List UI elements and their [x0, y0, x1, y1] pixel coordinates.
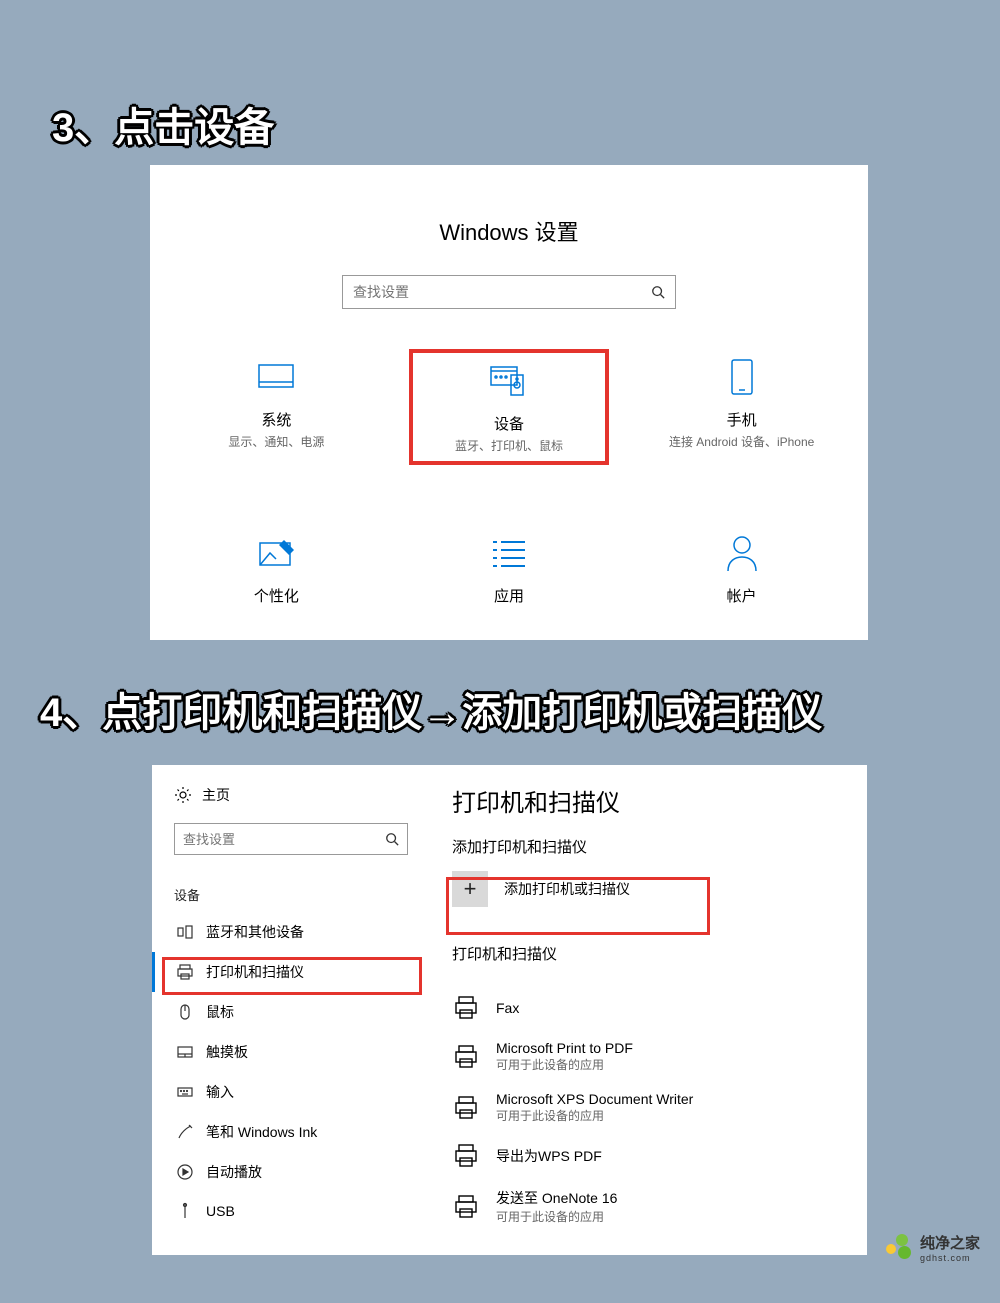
tile-phone-desc: 连接 Android 设备、iPhone [646, 434, 838, 451]
tile-phone-title: 手机 [646, 409, 838, 430]
watermark-domain: gdhst.com [920, 1253, 980, 1263]
touchpad-icon [176, 1043, 194, 1061]
watermark: 纯净之家 gdhst.com [886, 1232, 980, 1263]
printer-icon [452, 1043, 480, 1071]
printer-icon [452, 1094, 480, 1122]
tile-personalize[interactable]: 个性化 [176, 525, 376, 616]
printer-onenote-name: 发送至 OneNote 16 [496, 1188, 617, 1208]
tile-system-title: 系统 [180, 409, 372, 430]
display-icon [180, 355, 372, 399]
nav-bluetooth-label: 蓝牙和其他设备 [206, 922, 304, 942]
settings-search-input[interactable] [353, 284, 651, 300]
nav-mouse-label: 鼠标 [206, 1002, 234, 1022]
tile-accounts-title: 帐户 [646, 585, 838, 606]
tile-devices-desc: 蓝牙、打印机、鼠标 [417, 438, 601, 455]
tile-accounts[interactable]: 帐户 [642, 525, 842, 616]
gear-icon [174, 786, 192, 804]
nav-input[interactable]: 输入 [152, 1072, 430, 1112]
nav-usb[interactable]: USB [152, 1192, 430, 1230]
tile-devices-title: 设备 [417, 413, 601, 434]
settings-title: Windows 设置 [150, 215, 868, 247]
watermark-logo-icon [886, 1234, 914, 1262]
nav-mouse[interactable]: 鼠标 [152, 992, 430, 1032]
nav-autoplay[interactable]: 自动播放 [152, 1152, 430, 1192]
printer-wps[interactable]: 导出为WPS PDF [452, 1142, 867, 1170]
printer-icon [176, 963, 194, 981]
printers-list: Fax Microsoft Print to PDF可用于此设备的应用 Micr… [452, 994, 867, 1225]
printers-settings-panel: 主页 设备 蓝牙和其他设备 打印机和扫描仪 鼠标 触摸板 输入 [152, 765, 867, 1255]
printer-xps-name: Microsoft XPS Document Writer [496, 1091, 693, 1107]
paint-icon [180, 531, 372, 575]
printer-pdf-desc: 可用于此设备的应用 [496, 1056, 633, 1073]
nav-touchpad-label: 触摸板 [206, 1042, 248, 1062]
step-3-caption: 3、点击设备 [52, 95, 274, 153]
sidebar-section-header: 设备 [174, 885, 430, 904]
printer-icon [452, 1193, 480, 1221]
add-printer-header: 添加打印机和扫描仪 [452, 836, 867, 857]
printer-icon [452, 994, 480, 1022]
plus-icon: + [452, 871, 488, 907]
printer-xps[interactable]: Microsoft XPS Document Writer可用于此设备的应用 [452, 1091, 867, 1124]
home-label: 主页 [202, 785, 230, 805]
nav-pen[interactable]: 笔和 Windows Ink [152, 1112, 430, 1152]
tile-devices[interactable]: 设备 蓝牙、打印机、鼠标 [409, 349, 609, 465]
pen-icon [176, 1123, 194, 1141]
printer-onenote-desc: 可用于此设备的应用 [496, 1208, 617, 1225]
printers-heading: 打印机和扫描仪 [452, 783, 867, 818]
step-4-caption: 4、点打印机和扫描仪→添加打印机或扫描仪 [40, 680, 822, 738]
phone-icon [646, 355, 838, 399]
windows-settings-panel: Windows 设置 系统 显示、通知、电源 设备 蓝牙、打印机、鼠标 [150, 165, 868, 640]
nav-printers-label: 打印机和扫描仪 [206, 962, 304, 982]
person-icon [646, 531, 838, 575]
tile-personalize-title: 个性化 [180, 585, 372, 606]
printer-pdf-name: Microsoft Print to PDF [496, 1040, 633, 1056]
printer-fax[interactable]: Fax [452, 994, 867, 1022]
printer-onenote[interactable]: 发送至 OneNote 16可用于此设备的应用 [452, 1188, 867, 1225]
tile-phone[interactable]: 手机 连接 Android 设备、iPhone [642, 349, 842, 465]
search-icon [385, 832, 399, 846]
settings-search-box[interactable] [342, 275, 676, 309]
printer-wps-name: 导出为WPS PDF [496, 1146, 602, 1166]
search-icon [651, 285, 665, 299]
nav-autoplay-label: 自动播放 [206, 1162, 262, 1182]
nav-pen-label: 笔和 Windows Ink [206, 1122, 317, 1142]
printers-list-header: 打印机和扫描仪 [452, 943, 867, 964]
tile-apps[interactable]: 应用 [409, 525, 609, 616]
nav-usb-label: USB [206, 1203, 235, 1219]
tile-system[interactable]: 系统 显示、通知、电源 [176, 349, 376, 465]
nav-input-label: 输入 [206, 1082, 234, 1102]
sidebar-search-box[interactable] [174, 823, 408, 855]
nav-touchpad[interactable]: 触摸板 [152, 1032, 430, 1072]
apps-list-icon [413, 531, 605, 575]
printer-fax-name: Fax [496, 1000, 519, 1016]
printers-main: 打印机和扫描仪 添加打印机和扫描仪 + 添加打印机或扫描仪 打印机和扫描仪 Fa… [452, 765, 867, 1255]
tile-apps-title: 应用 [413, 585, 605, 606]
mouse-icon [176, 1003, 194, 1021]
home-link[interactable]: 主页 [152, 765, 430, 805]
usb-icon [176, 1202, 194, 1220]
printer-icon [452, 1142, 480, 1170]
printer-pdf[interactable]: Microsoft Print to PDF可用于此设备的应用 [452, 1040, 867, 1073]
add-printer-label: 添加打印机或扫描仪 [504, 879, 630, 899]
bluetooth-icon [176, 923, 194, 941]
tile-system-desc: 显示、通知、电源 [180, 434, 372, 451]
keyboard-icon [176, 1083, 194, 1101]
devices-icon [417, 359, 601, 403]
watermark-name: 纯净之家 [920, 1232, 980, 1253]
sidebar-search-input[interactable] [183, 832, 385, 847]
nav-bluetooth[interactable]: 蓝牙和其他设备 [152, 912, 430, 952]
nav-printers[interactable]: 打印机和扫描仪 [152, 952, 430, 992]
settings-sidebar: 主页 设备 蓝牙和其他设备 打印机和扫描仪 鼠标 触摸板 输入 [152, 765, 430, 1255]
autoplay-icon [176, 1163, 194, 1181]
printer-xps-desc: 可用于此设备的应用 [496, 1107, 693, 1124]
add-printer-button[interactable]: + 添加打印机或扫描仪 [452, 871, 867, 907]
